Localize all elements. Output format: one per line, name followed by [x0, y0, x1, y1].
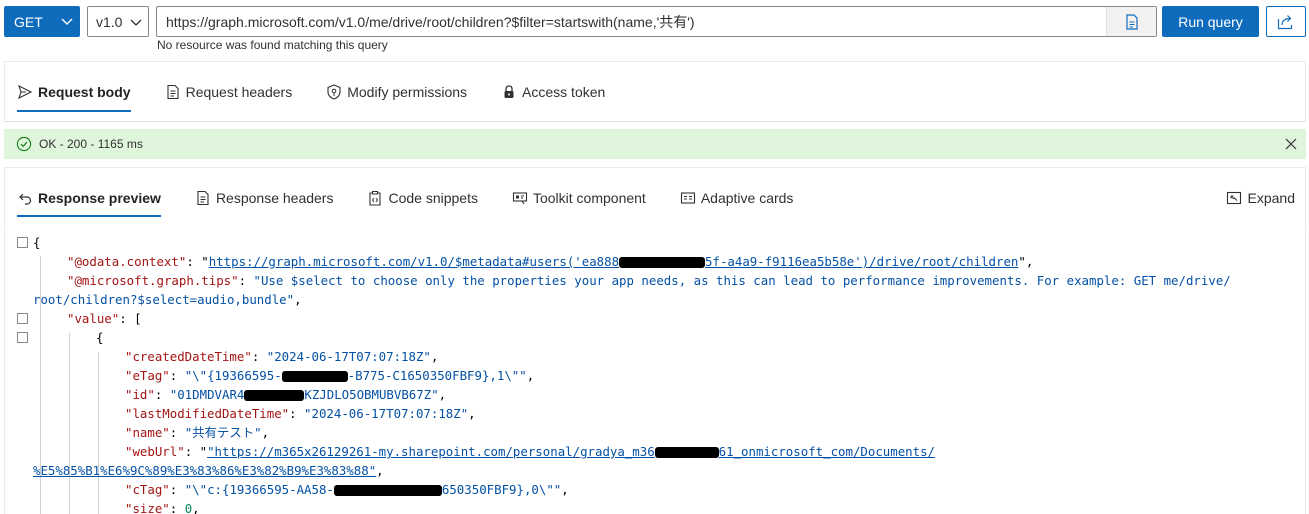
tab-label: Access token	[522, 83, 606, 100]
http-method-dropdown[interactable]: GET	[4, 6, 80, 37]
chevron-down-icon	[130, 19, 142, 26]
json-line: "webUrl": ""https://m365x26129261-my.sha…	[125, 444, 936, 459]
json-line: "@microsoft.graph.tips": "Use $select to…	[67, 273, 1231, 288]
json-line: "@odata.context": "https://graph.microso…	[67, 254, 1034, 269]
redaction-block	[244, 390, 305, 401]
query-bar: GET v1.0 https://graph.microsoft.com/v1.…	[4, 6, 1306, 52]
tab-label: Modify permissions	[347, 83, 468, 100]
document-icon	[1125, 13, 1138, 30]
status-message-bar: OK - 200 - 1165 ms	[4, 129, 1306, 159]
request-panel: Request body Request headers Modify perm…	[4, 61, 1306, 122]
tab-access-token[interactable]: Access token	[501, 62, 605, 121]
json-link[interactable]: %E5%85%B1%E6%9C%89%E3%83%86%E3%82%B9%E3%…	[33, 463, 376, 478]
json-line: "createdDateTime": "2024-06-17T07:07:18Z…	[125, 349, 439, 364]
json-line: "id": "01DMDVAR4 KZJDLO5OBMUBVB67Z",	[125, 387, 447, 402]
tab-adaptive-cards[interactable]: Adaptive cards	[680, 168, 794, 227]
tab-request-headers[interactable]: Request headers	[165, 62, 293, 121]
tab-code-snippets[interactable]: Code snippets	[367, 168, 478, 227]
request-tabs: Request body Request headers Modify perm…	[17, 62, 639, 121]
tab-label: Toolkit component	[532, 189, 646, 206]
tab-label: Adaptive cards	[700, 189, 794, 206]
json-link[interactable]: "https://m365x26129261-my.sharepoint.com…	[207, 444, 655, 459]
document-icon	[167, 84, 179, 99]
chevron-down-icon	[61, 18, 73, 25]
send-icon	[18, 84, 33, 99]
toolkit-icon	[512, 191, 528, 204]
json-line: {	[33, 235, 41, 250]
json-line: "lastModifiedDateTime": "2024-06-17T07:0…	[125, 406, 476, 421]
tab-modify-permissions[interactable]: Modify permissions	[326, 62, 467, 121]
shield-key-icon	[327, 83, 341, 100]
response-panel: Response preview Response headers Code s…	[4, 167, 1306, 227]
tab-label: Code snippets	[388, 189, 478, 206]
tab-label: Request headers	[185, 83, 293, 100]
redaction-block	[619, 257, 706, 268]
document-icon	[197, 190, 209, 205]
json-line: %E5%85%B1%E6%9C%89%E3%83%86%E3%82%B9%E3%…	[33, 463, 384, 478]
json-link[interactable]: 5f-a4a9-f9116ea5b58e')/drive/root/childr…	[705, 254, 1018, 269]
tab-response-headers[interactable]: Response headers	[195, 168, 334, 227]
json-line: root/children?$select=audio,bundle",	[33, 292, 302, 307]
run-query-button[interactable]: Run query	[1162, 6, 1259, 37]
query-doc-button[interactable]	[1106, 7, 1156, 36]
fold-toggle[interactable]	[17, 332, 28, 343]
tab-toolkit-component[interactable]: Toolkit component	[512, 168, 646, 227]
json-line: "cTag": "\"c:{19366595-AA58- 650350FBF9},…	[125, 482, 569, 497]
response-json-viewer[interactable]: { "@odata.context": "https://graph.micro…	[4, 228, 1306, 514]
api-version-dropdown[interactable]: v1.0	[87, 6, 149, 37]
fold-toggle[interactable]	[17, 237, 28, 248]
checkmark-circle-icon	[16, 136, 32, 152]
json-link[interactable]: 61_onmicrosoft_com/Documents/	[719, 444, 935, 459]
tab-label: Response headers	[215, 189, 334, 206]
query-url-input[interactable]: https://graph.microsoft.com/v1.0/me/driv…	[156, 6, 1157, 37]
http-method-label: GET	[14, 13, 43, 30]
share-query-button[interactable]	[1266, 6, 1306, 37]
fold-toggle[interactable]	[17, 313, 28, 324]
response-tabs: Response preview Response headers Code s…	[17, 168, 827, 227]
json-link[interactable]: https://graph.microsoft.com/v1.0/$metada…	[209, 254, 619, 269]
status-text: OK - 200 - 1165 ms	[39, 137, 143, 151]
lock-icon	[504, 84, 514, 98]
tab-response-preview[interactable]: Response preview	[17, 168, 161, 227]
json-line: "value": [	[67, 311, 142, 326]
close-icon[interactable]	[1284, 137, 1298, 151]
tab-request-body[interactable]: Request body	[17, 62, 131, 121]
redaction-block	[333, 485, 442, 496]
undo-arrow-icon	[19, 193, 32, 205]
card-icon	[680, 191, 695, 204]
expand-icon	[1226, 191, 1241, 204]
json-line: "name": "共有テスト",	[125, 425, 270, 440]
code-clipboard-icon	[369, 190, 382, 206]
json-line: "size": 0,	[125, 501, 200, 514]
expand-button[interactable]: Expand	[1226, 168, 1295, 227]
json-line: "eTag": "\"{19366595- -B775-C1650350FBF9}…	[125, 368, 535, 383]
redaction-block	[654, 447, 719, 458]
expand-label: Expand	[1247, 189, 1295, 206]
redaction-block	[281, 371, 348, 382]
tab-label: Response preview	[38, 189, 161, 206]
indent-guide	[69, 333, 70, 514]
query-hint: No resource was found matching this quer…	[157, 38, 388, 52]
tab-label: Request body	[38, 83, 131, 100]
indent-guide	[98, 352, 99, 514]
api-version-label: v1.0	[96, 13, 123, 30]
share-icon	[1277, 14, 1293, 29]
json-line: {	[96, 330, 104, 345]
query-url-text[interactable]: https://graph.microsoft.com/v1.0/me/driv…	[157, 12, 1106, 32]
